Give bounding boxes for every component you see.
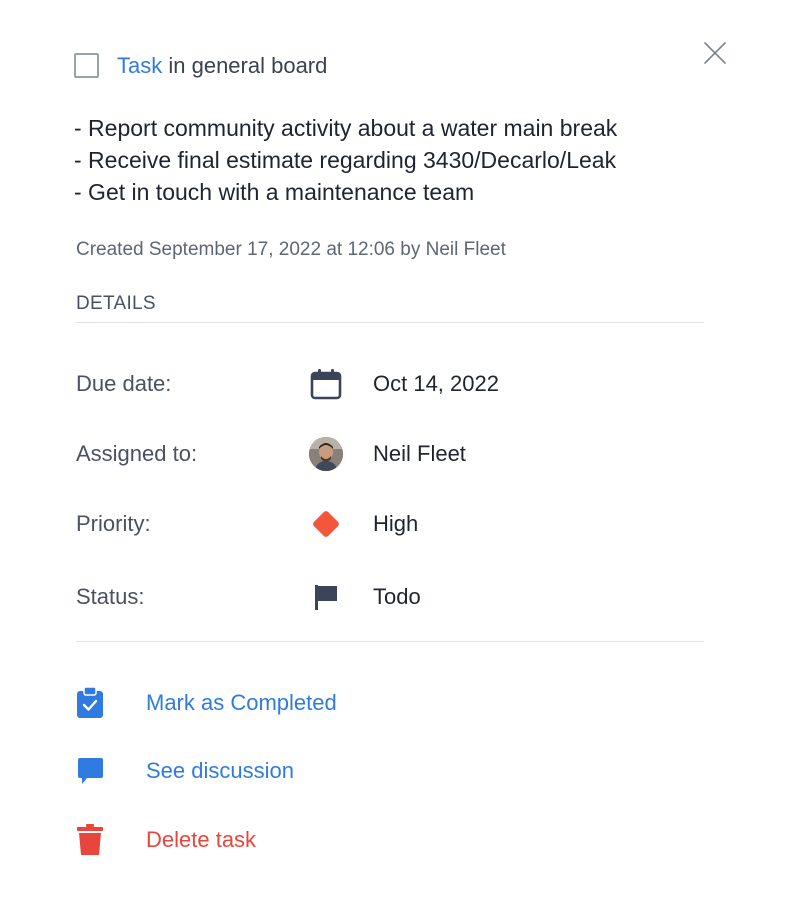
task-complete-checkbox[interactable] [74, 53, 99, 78]
status-row: Status: Todo [0, 577, 800, 617]
task-link[interactable]: Task [117, 53, 162, 78]
avatar [309, 437, 343, 471]
due-date-row: Due date: Oct 14, 2022 [0, 364, 800, 404]
status-label: Status: [76, 584, 145, 609]
mark-completed-button[interactable]: Mark as Completed [0, 683, 800, 723]
priority-row: Priority: High [0, 504, 800, 544]
see-discussion-label: See discussion [146, 758, 294, 783]
assignee-name[interactable]: Neil Fleet [373, 440, 466, 468]
due-date-value[interactable]: Oct 14, 2022 [373, 370, 499, 398]
task-description: - Report community activity about a wate… [74, 112, 617, 208]
mark-completed-label: Mark as Completed [146, 690, 337, 715]
created-info: Created September 17, 2022 at 12:06 by N… [76, 239, 506, 260]
details-title: DETAILS [76, 293, 156, 314]
close-icon [704, 42, 726, 64]
trash-icon [72, 822, 108, 858]
status-value[interactable]: Todo [373, 583, 421, 611]
task-detail-panel: Task in general board - Report community… [0, 0, 800, 914]
actions-divider [76, 641, 704, 642]
delete-task-button[interactable]: Delete task [0, 820, 800, 860]
details-divider [76, 322, 704, 323]
description-line: - Receive final estimate regarding 3430/… [74, 147, 617, 173]
assignee-avatar-wrapper [308, 436, 344, 472]
assigned-to-row: Assigned to: Neil Fleet [0, 434, 800, 474]
description-line: - Get in touch with a maintenance team [74, 179, 475, 205]
diamond-icon [308, 506, 344, 542]
flag-icon [308, 579, 344, 615]
task-header: Task in general board [117, 52, 327, 80]
see-discussion-button[interactable]: See discussion [0, 751, 800, 791]
close-button[interactable] [702, 40, 728, 66]
clipboard-check-icon [72, 685, 108, 721]
due-date-label: Due date: [76, 371, 172, 396]
description-line: - Report community activity about a wate… [74, 115, 618, 141]
priority-label: Priority: [76, 511, 151, 536]
delete-task-label: Delete task [146, 827, 257, 852]
calendar-icon [308, 366, 344, 402]
board-text: in general board [162, 53, 328, 78]
assigned-to-label: Assigned to: [76, 441, 198, 466]
chat-bubble-icon [72, 753, 108, 789]
priority-value[interactable]: High [373, 510, 418, 538]
